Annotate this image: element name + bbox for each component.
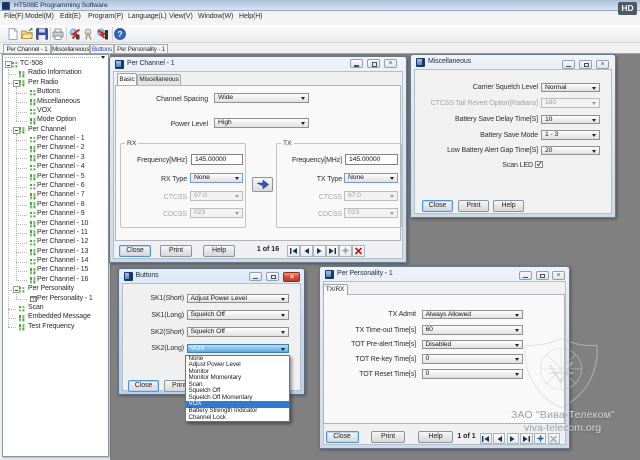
svg-text:?: ? — [117, 29, 122, 39]
